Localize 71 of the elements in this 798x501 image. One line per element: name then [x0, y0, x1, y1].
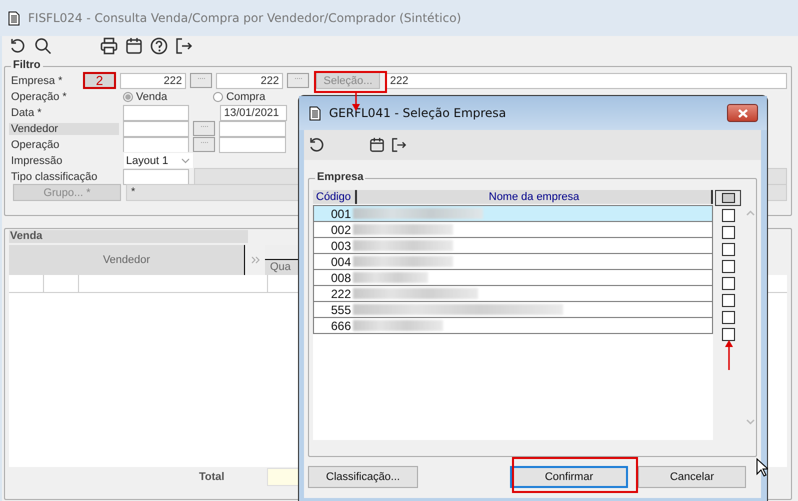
input-field[interactable] — [219, 136, 286, 152]
group-title: Empresa — [315, 171, 366, 183]
table-row[interactable]: 555 — [313, 302, 713, 318]
code-field[interactable]: 2 — [83, 72, 116, 89]
table-cell-text: 555 — [330, 302, 352, 316]
section-title: Venda — [9, 230, 248, 243]
close-icon — [738, 108, 748, 118]
document-icon — [309, 106, 321, 120]
table-row[interactable]: 002 — [313, 222, 713, 238]
dialog-button[interactable]: Cancelar — [638, 466, 746, 488]
dropdown[interactable]: Layout 1 — [123, 152, 194, 169]
checkbox[interactable] — [722, 226, 734, 239]
column-header[interactable]: Vendedor — [9, 245, 245, 275]
table-cell-text: 666 — [330, 318, 352, 332]
field-label: Vendedor — [9, 122, 119, 134]
table-row[interactable]: 001 — [313, 205, 713, 222]
checkbox[interactable] — [722, 277, 734, 290]
date-field[interactable]: 13/01/2021 — [220, 104, 287, 120]
printer-icon[interactable] — [100, 37, 118, 55]
exit-icon[interactable] — [175, 37, 193, 55]
table-cell-text: 003 — [330, 238, 352, 252]
table-row[interactable]: 222 — [313, 286, 713, 302]
field-label: Data * — [10, 106, 43, 118]
radio-option[interactable]: Compra — [213, 90, 266, 102]
checkbox[interactable] — [722, 311, 734, 324]
total-label: Total — [199, 471, 226, 483]
field-label: Operação — [10, 138, 60, 150]
table-row[interactable]: 003 — [313, 238, 713, 254]
checkbox[interactable] — [722, 328, 734, 341]
table-cell-text: 222 — [330, 286, 352, 300]
input-field[interactable] — [123, 120, 189, 136]
dialog-button[interactable]: Confirmar — [510, 466, 628, 488]
window-title: FISFL024 - Consulta Venda/Compra por Vendedor/Comprador (Sintético) — [28, 11, 462, 25]
refresh-icon[interactable] — [9, 37, 27, 55]
checkbox[interactable] — [722, 209, 734, 222]
input-field[interactable] — [123, 136, 189, 152]
table-row[interactable]: 004 — [313, 254, 713, 270]
table-cell-text: 004 — [330, 254, 352, 268]
search-icon[interactable] — [34, 37, 52, 55]
input-field[interactable] — [123, 168, 189, 184]
field-label: Operação * — [10, 90, 68, 102]
document-icon — [8, 10, 20, 26]
input-field[interactable]: 222 — [216, 72, 283, 88]
table-row[interactable]: 008 — [313, 270, 713, 286]
field-label: Impressão — [10, 154, 64, 166]
dialog-title: GERFL041 - Seleção Empresa — [329, 106, 506, 120]
calendar-icon[interactable] — [125, 37, 143, 55]
table-row[interactable]: 666 — [313, 318, 713, 334]
table-cell-text: 008 — [330, 270, 352, 284]
field-label: Tipo classificação — [10, 170, 98, 182]
input-field[interactable]: 222 — [120, 72, 186, 88]
checkbox[interactable] — [722, 294, 734, 307]
refresh-icon[interactable] — [308, 136, 326, 154]
input-field[interactable] — [123, 104, 189, 120]
radio-option[interactable]: Venda — [123, 90, 168, 102]
group-title: Filtro — [11, 59, 42, 71]
help-icon[interactable] — [150, 37, 168, 55]
close-button[interactable] — [727, 104, 758, 122]
dialog-button[interactable]: Classificação... — [308, 466, 418, 488]
chevron-down-icon — [181, 158, 190, 164]
calendar-icon[interactable] — [369, 137, 385, 153]
table-cell-text: 001 — [330, 206, 352, 220]
exit-icon[interactable] — [391, 137, 407, 153]
field-label: Empresa * — [10, 74, 64, 86]
arrow-up — [725, 340, 733, 370]
checkbox[interactable] — [722, 260, 734, 273]
input-field[interactable] — [219, 120, 286, 136]
input-field[interactable]: 222 — [386, 72, 787, 88]
table-cell-text: 002 — [330, 222, 352, 236]
select-all-checkbox[interactable] — [715, 190, 741, 206]
checkbox[interactable] — [722, 243, 734, 256]
